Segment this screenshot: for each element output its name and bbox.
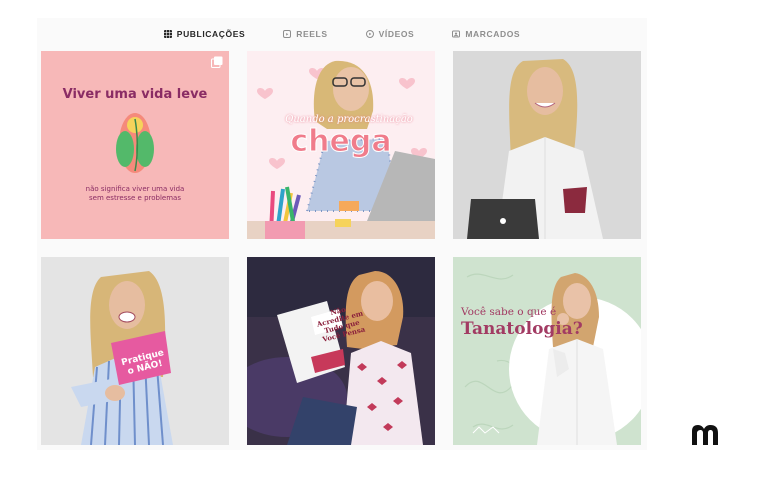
tab-label: PUBLICAÇÕES	[176, 29, 246, 39]
post-tile-procrastinacao[interactable]: Quando a procrastinação chega	[247, 51, 435, 239]
post-photo	[453, 51, 641, 239]
tab-label: REELS	[296, 29, 328, 39]
post-tile-pratique-o-nao[interactable]: Pratique o NÃO!	[41, 257, 229, 445]
tab-label: VÍDEOS	[378, 29, 415, 39]
brand-logo-icon	[692, 425, 718, 445]
grid-icon	[163, 30, 172, 38]
tab-videos[interactable]: VÍDEOS	[365, 29, 415, 39]
post-title: Viver uma vida leve	[62, 87, 208, 102]
play-icon	[365, 30, 374, 38]
tagged-icon	[452, 30, 461, 38]
tab-reels[interactable]: REELS	[283, 29, 327, 39]
post-question: Você sabe o que é	[461, 306, 557, 318]
post-tile-tanatologia[interactable]: Você sabe o que é Tanatologia?	[453, 257, 641, 445]
post-graphic	[41, 51, 229, 239]
post-photo	[247, 257, 435, 445]
profile-tabs: PUBLICAÇÕES REELS VÍDEOS MARCADOS	[37, 18, 647, 50]
post-subtitle: não significa viver uma vida sem estress…	[85, 185, 185, 202]
post-title: Tanatologia?	[461, 319, 583, 339]
post-title: chega	[290, 124, 392, 160]
post-photo	[41, 257, 229, 445]
post-tile-laptop[interactable]	[453, 51, 641, 239]
tab-label: MARCADOS	[465, 29, 521, 39]
tab-marcados[interactable]: MARCADOS	[452, 29, 520, 39]
post-graphic	[453, 257, 641, 445]
tab-publicacoes[interactable]: PUBLICAÇÕES	[163, 29, 246, 39]
reels-icon	[283, 30, 292, 38]
multiple-photos-icon	[211, 56, 223, 68]
post-tile-livro[interactable]: Não Acredite em Tudo que Você Pensa	[247, 257, 435, 445]
post-tile-vida-leve[interactable]: Viver uma vida leve não significa viver …	[41, 51, 229, 239]
